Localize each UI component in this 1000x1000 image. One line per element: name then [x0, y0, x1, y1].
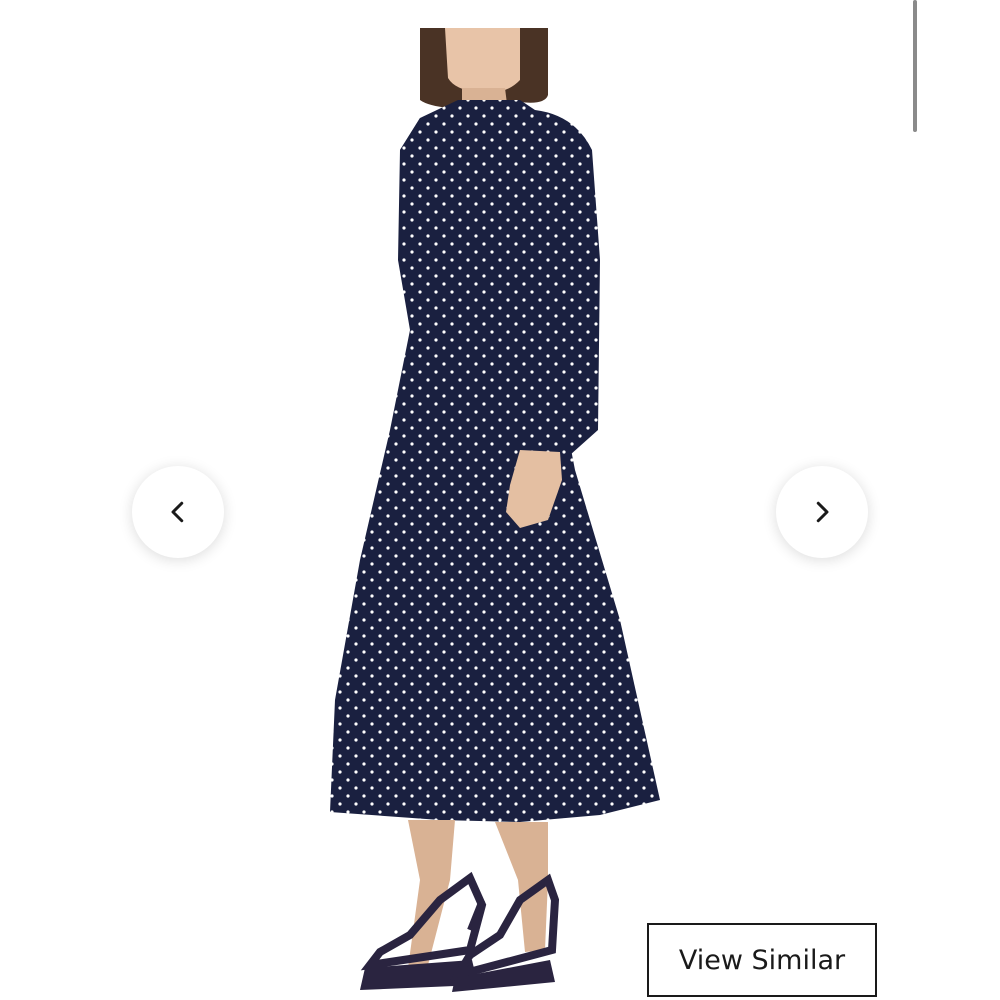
product-image-viewer: View Similar — [0, 0, 1000, 1000]
view-similar-button[interactable]: View Similar — [647, 923, 877, 997]
chevron-left-icon — [171, 501, 184, 523]
next-image-button[interactable] — [776, 466, 868, 558]
scrollbar[interactable] — [913, 0, 917, 132]
chevron-right-icon — [816, 501, 829, 523]
view-similar-label: View Similar — [678, 944, 846, 976]
previous-image-button[interactable] — [132, 466, 224, 558]
